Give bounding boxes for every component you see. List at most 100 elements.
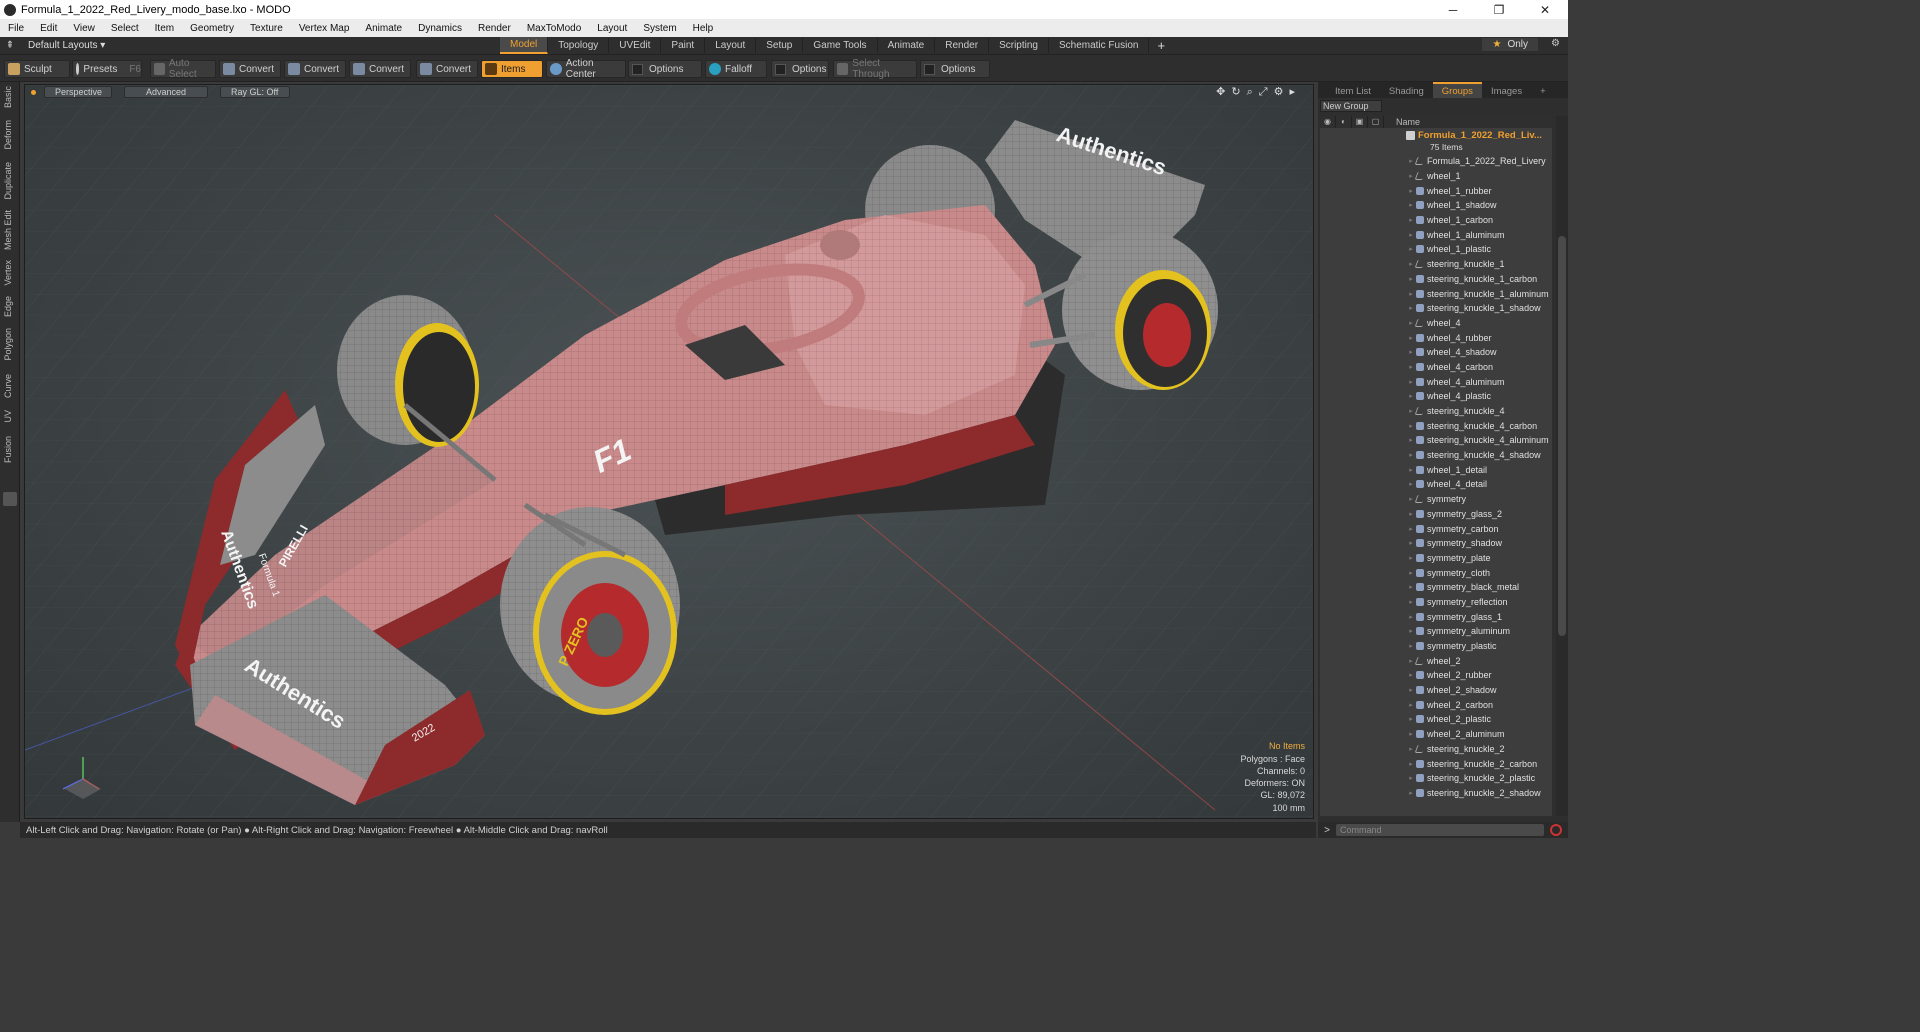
options-checkbox-2[interactable] <box>775 63 786 75</box>
3d-viewport[interactable]: Authentics F1 PIRELLI Formula 1 Authenti… <box>24 84 1314 819</box>
tab-layout[interactable]: Layout <box>705 38 757 53</box>
tab-toggle-icon[interactable] <box>3 492 17 506</box>
tree-row[interactable]: ▸ wheel_2_plastic <box>1320 712 1552 727</box>
expand-arrow-icon[interactable]: ▸ <box>1406 245 1416 253</box>
expand-arrow-icon[interactable]: ▸ <box>1406 760 1416 768</box>
expand-arrow-icon[interactable]: ▸ <box>1406 686 1416 694</box>
tab-paint[interactable]: Paint <box>661 38 706 53</box>
vtab-mesh-edit[interactable]: Mesh Edit <box>3 210 13 250</box>
record-icon[interactable] <box>1550 824 1562 836</box>
menu-texture[interactable]: Texture <box>242 23 291 34</box>
layout-expand-icon[interactable]: ⇞ <box>0 40 20 51</box>
expand-arrow-icon[interactable]: ▸ <box>1406 231 1416 239</box>
rotate-icon[interactable]: ↻ <box>1231 86 1246 98</box>
expand-arrow-icon[interactable]: ▸ <box>1406 348 1416 356</box>
tree-row[interactable]: ▸ steering_knuckle_4_aluminum <box>1320 433 1552 448</box>
expand-arrow-icon[interactable]: ▸ <box>1406 569 1416 577</box>
tab-topology[interactable]: Topology <box>548 38 610 53</box>
fit-icon[interactable]: ⤢ <box>1259 86 1274 98</box>
tab-model[interactable]: Model <box>500 37 549 54</box>
tree-row[interactable]: ▸ symmetry_carbon <box>1320 521 1552 536</box>
expand-arrow-icon[interactable]: ▸ <box>1406 216 1416 224</box>
tree-row[interactable]: ▸ steering_knuckle_4_shadow <box>1320 448 1552 463</box>
select-through-button[interactable]: Select Through <box>833 58 917 80</box>
options-checkbox-3[interactable] <box>924 63 935 75</box>
tree-row[interactable]: ▸ wheel_2_rubber <box>1320 668 1552 683</box>
options-checkbox-1[interactable] <box>632 63 643 75</box>
tab-images[interactable]: Images <box>1482 84 1531 98</box>
tab-schematic-fusion[interactable]: Schematic Fusion <box>1049 38 1150 53</box>
tree-row[interactable]: ▸ Formula_1_2022_Red_Livery <box>1320 154 1552 169</box>
menu-system[interactable]: System <box>635 23 684 34</box>
expand-arrow-icon[interactable]: ▸ <box>1406 510 1416 518</box>
convert-vertices-button[interactable]: Convert <box>219 60 281 78</box>
vtab-polygon[interactable]: Polygon <box>3 328 13 361</box>
tree-row[interactable]: ▸ symmetry <box>1320 492 1552 507</box>
menu-animate[interactable]: Animate <box>357 23 410 34</box>
expand-arrow-icon[interactable]: ▸ <box>1406 789 1416 797</box>
expand-arrow-icon[interactable]: ▸ <box>1406 715 1416 723</box>
gear-icon[interactable]: ⚙ <box>1551 38 1560 49</box>
tab-render[interactable]: Render <box>935 38 990 53</box>
tree-row[interactable]: ▸ wheel_4_shadow <box>1320 345 1552 360</box>
expand-arrow-icon[interactable]: ▸ <box>1406 304 1416 312</box>
menu-layout[interactable]: Layout <box>589 23 635 34</box>
expand-arrow-icon[interactable]: ▸ <box>1406 334 1416 342</box>
vtab-fusion[interactable]: Fusion <box>3 436 13 463</box>
expand-arrow-icon[interactable]: ▸ <box>1406 201 1416 209</box>
tree-row[interactable]: ▸ wheel_1_aluminum <box>1320 227 1552 242</box>
falloff-button[interactable]: Falloff <box>705 60 767 78</box>
menu-help[interactable]: Help <box>685 23 722 34</box>
convert-edges-button[interactable]: Convert <box>284 60 346 78</box>
expand-arrow-icon[interactable]: ▸ <box>1406 539 1416 547</box>
expand-arrow-icon[interactable]: ▸ <box>1406 466 1416 474</box>
expand-arrow-icon[interactable]: ▸ <box>1406 730 1416 738</box>
expand-arrow-icon[interactable]: ▸ <box>1406 701 1416 709</box>
vtab-duplicate[interactable]: Duplicate <box>3 162 13 200</box>
tree-row[interactable]: ▸ symmetry_glass_1 <box>1320 609 1552 624</box>
tree-row[interactable]: ▸ symmetry_aluminum <box>1320 624 1552 639</box>
expand-arrow-icon[interactable]: ▸ <box>1406 583 1416 591</box>
tree-row[interactable]: ▸ symmetry_plastic <box>1320 639 1552 654</box>
vtab-deform[interactable]: Deform <box>3 120 13 150</box>
expand-arrow-icon[interactable]: ▸ <box>1406 627 1416 635</box>
lock-column-icon[interactable]: ▣ <box>1352 116 1368 128</box>
visibility-column-icon[interactable]: ◉ <box>1320 116 1336 128</box>
tree-row[interactable]: ▸ steering_knuckle_2_plastic <box>1320 771 1552 786</box>
expand-icon[interactable]: ▸ <box>1289 86 1301 98</box>
menu-select[interactable]: Select <box>103 23 147 34</box>
select-column-icon[interactable]: ▢ <box>1368 116 1384 128</box>
tree-row[interactable]: ▸ symmetry_glass_2 <box>1320 507 1552 522</box>
tree-row[interactable]: ▸ symmetry_cloth <box>1320 565 1552 580</box>
tab-item-list[interactable]: Item List <box>1326 84 1380 98</box>
tree-row[interactable]: ▸ wheel_4_detail <box>1320 477 1552 492</box>
auto-select-button[interactable]: Auto Select <box>150 58 216 80</box>
tree-row[interactable]: ▸ symmetry_plate <box>1320 551 1552 566</box>
tab-shading[interactable]: Shading <box>1380 84 1433 98</box>
expand-arrow-icon[interactable]: ▸ <box>1406 290 1416 298</box>
tree-row[interactable]: ▸ steering_knuckle_1_aluminum <box>1320 286 1552 301</box>
command-input[interactable]: Command <box>1336 824 1544 836</box>
tree-row[interactable]: ▸ wheel_1_shadow <box>1320 198 1552 213</box>
tree-row[interactable]: ▸ wheel_4 <box>1320 316 1552 331</box>
convert-polygons-button[interactable]: Convert <box>349 60 411 78</box>
add-tab-icon[interactable]: + <box>1149 38 1173 53</box>
tree-row[interactable]: ▸ symmetry_reflection <box>1320 595 1552 610</box>
tree-row[interactable]: ▸ steering_knuckle_2_shadow <box>1320 786 1552 801</box>
tree-row[interactable]: ▸ steering_knuckle_1_shadow <box>1320 301 1552 316</box>
name-column-header[interactable]: Name <box>1384 117 1420 127</box>
expand-arrow-icon[interactable]: ▸ <box>1406 671 1416 679</box>
tree-row[interactable]: ▸ wheel_1 <box>1320 169 1552 184</box>
expand-arrow-icon[interactable]: ▸ <box>1406 642 1416 650</box>
menu-geometry[interactable]: Geometry <box>182 23 242 34</box>
expand-arrow-icon[interactable]: ▸ <box>1406 480 1416 488</box>
viewport-options-icon[interactable] <box>31 89 36 95</box>
menu-view[interactable]: View <box>65 23 103 34</box>
tab-groups[interactable]: Groups <box>1432 82 1482 98</box>
scrollbar-thumb[interactable] <box>1558 236 1566 636</box>
tree-row[interactable]: ▸ symmetry_black_metal <box>1320 580 1552 595</box>
tree-row[interactable]: ▸ wheel_1_rubber <box>1320 183 1552 198</box>
vtab-vertex[interactable]: Vertex <box>3 260 13 286</box>
restore-button[interactable]: ❐ <box>1476 3 1522 17</box>
tree-row[interactable]: ▸ wheel_1_plastic <box>1320 242 1552 257</box>
